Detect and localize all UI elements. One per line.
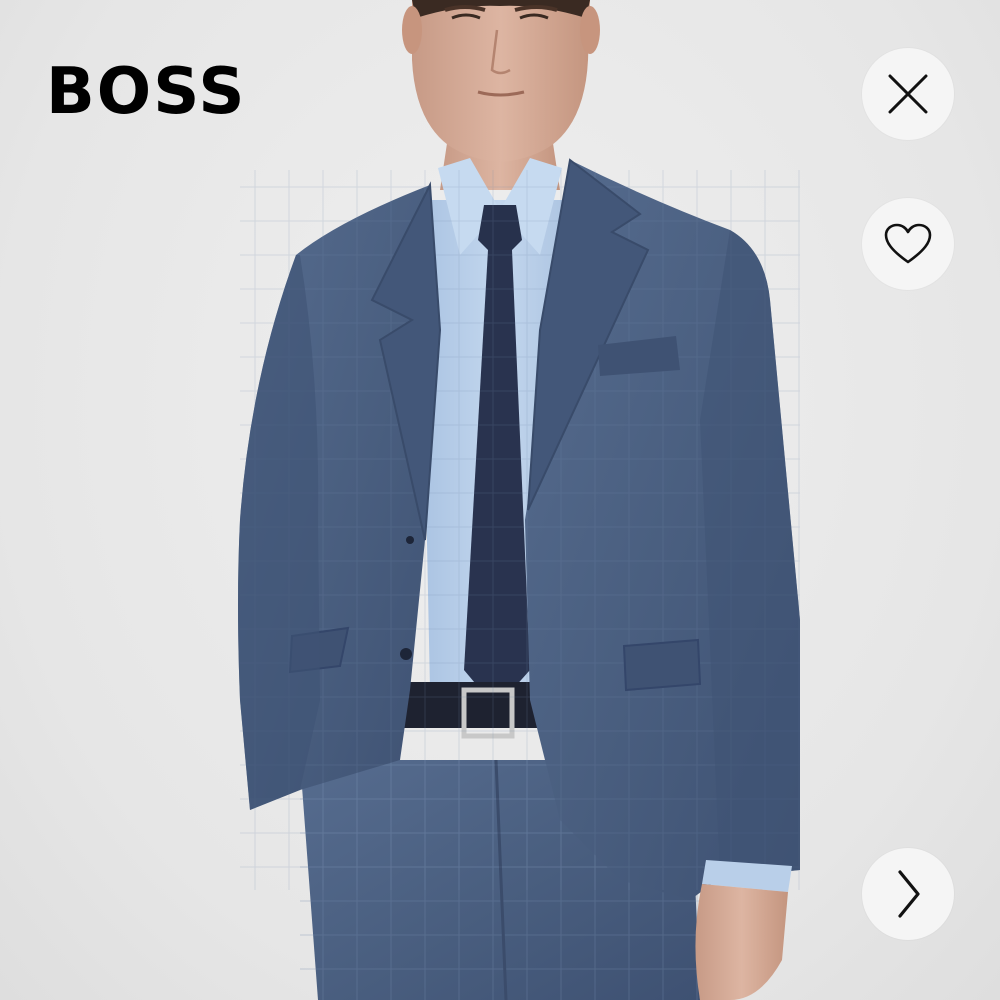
product-gallery: BOSS xyxy=(0,0,1000,1000)
close-button[interactable] xyxy=(862,48,954,140)
chevron-right-icon xyxy=(898,870,920,918)
heart-outline-icon xyxy=(884,223,932,264)
product-photo xyxy=(238,0,800,1000)
close-icon xyxy=(888,74,928,114)
next-image-button[interactable] xyxy=(862,848,954,940)
favorite-button[interactable] xyxy=(862,198,954,290)
brand-logo: BOSS xyxy=(46,55,247,129)
